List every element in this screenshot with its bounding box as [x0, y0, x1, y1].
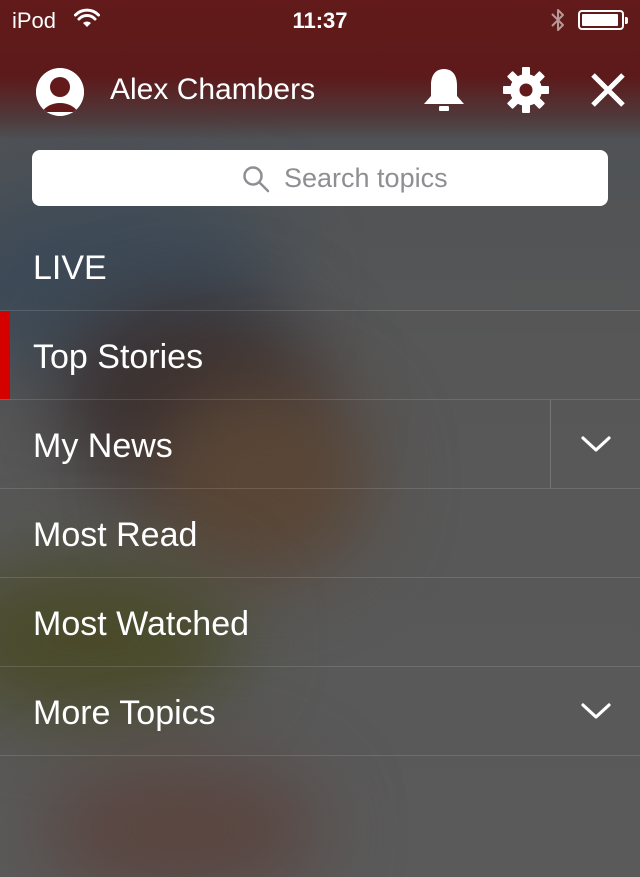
user-name[interactable]: Alex Chambers [110, 72, 315, 108]
search-icon [242, 165, 270, 198]
close-icon[interactable] [584, 66, 632, 114]
gear-icon[interactable] [502, 66, 550, 114]
menu-item-most-read[interactable]: Most Read [0, 489, 640, 578]
profile-header: Alex Chambers [0, 56, 640, 124]
menu-item-label: Most Watched [33, 605, 250, 643]
bluetooth-icon [549, 7, 567, 39]
search-bar[interactable] [32, 150, 608, 206]
menu-item-label: Most Read [33, 516, 198, 554]
menu-item-label: LIVE [33, 249, 107, 287]
menu-item-label: Top Stories [33, 338, 204, 376]
chevron-down-icon[interactable] [579, 430, 613, 458]
battery-level [582, 14, 619, 26]
menu-item-top-stories[interactable]: Top Stories [0, 311, 640, 400]
menu-item-my-news[interactable]: My News [0, 400, 640, 489]
battery-nub [625, 17, 628, 24]
chevron-down-icon[interactable] [579, 697, 613, 725]
clock: 11:37 [292, 8, 348, 33]
battery-icon [578, 10, 628, 30]
avatar-icon[interactable] [36, 68, 84, 116]
divider [550, 400, 551, 488]
search-input[interactable] [284, 150, 584, 206]
menu-item-more-topics[interactable]: More Topics [0, 667, 640, 756]
menu-item-most-watched[interactable]: Most Watched [0, 578, 640, 667]
topic-menu: LIVE Top Stories My News Most Read Most … [0, 222, 640, 756]
bell-icon[interactable] [420, 66, 468, 114]
menu-item-label: More Topics [33, 694, 216, 732]
menu-item-live[interactable]: LIVE [0, 222, 640, 311]
menu-item-label: My News [33, 427, 173, 465]
status-bar: iPod 11:37 [0, 0, 640, 40]
